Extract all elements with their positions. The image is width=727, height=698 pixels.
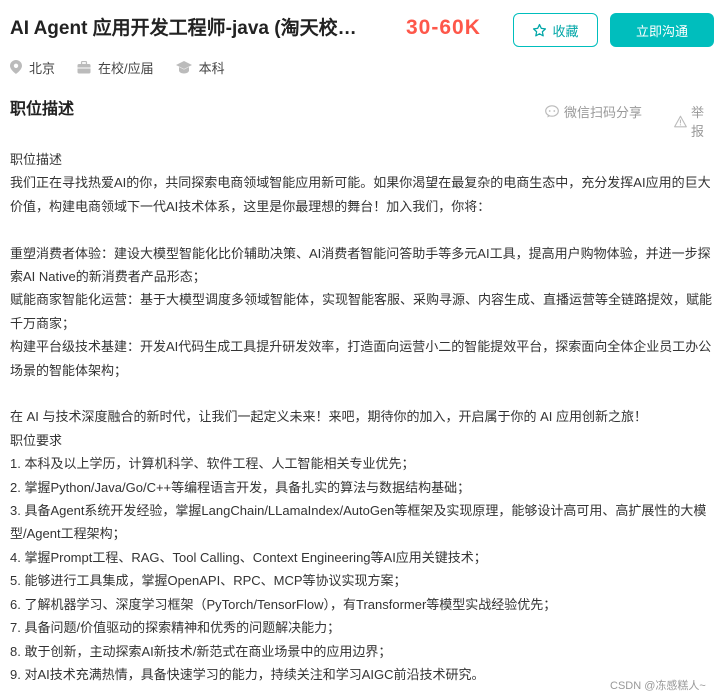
description-line: 重塑消费者体验：建设大模型智能化比价辅助决策、AI消费者智能问答助手等多元AI工… bbox=[10, 245, 711, 285]
job-title: AI Agent 应用开发工程师-java (淘天校… bbox=[10, 18, 357, 39]
share-label: 微信扫码分享 bbox=[564, 105, 643, 120]
description-line: 在 AI 与技术深度融合的新时代，让我们一起定义未来！来吧，期待你的加入，开启属… bbox=[10, 409, 648, 425]
section-title: 职位描述 bbox=[10, 101, 75, 118]
description-line: 8. 敢于创新，主动探索AI新技术/新范式在商业场景中的应用边界； bbox=[10, 643, 392, 659]
favorite-label: 收藏 bbox=[552, 23, 579, 39]
education-text: 本科 bbox=[198, 60, 225, 76]
description-line: 赋能商家智能化运营：基于大模型调度多领域智能体，实现智能客服、采购寻源、内容生成… bbox=[10, 292, 713, 331]
chat-now-button[interactable]: 立即沟通 bbox=[610, 13, 714, 47]
description-line: 职位描述 bbox=[10, 152, 63, 167]
warning-icon bbox=[674, 115, 687, 127]
description-line: 3. 具备Agent系统开发经验，掌握LangChain/LLamaIndex/… bbox=[10, 503, 707, 542]
report-label: 举报 bbox=[690, 105, 704, 139]
description-line: 1. 本科及以上学历，计算机科学、软件工程、人工智能相关专业优先； bbox=[10, 456, 415, 472]
description-line: 构建平台级技术基建：开发AI代码生成工具提升研发效率，打造面向运营小二的智能提效… bbox=[10, 339, 712, 378]
meta-education: 本科 bbox=[175, 58, 225, 77]
description-line: 7. 具备问题/价值驱动的探索精神和优秀的问题解决能力； bbox=[10, 620, 341, 636]
graduation-cap-icon bbox=[175, 60, 192, 73]
description-line: 我们正在寻找热爱AI的你，共同探索电商领域智能应用新可能。如果你渴望在最复杂的电… bbox=[10, 175, 711, 214]
description-line: 职位要求 bbox=[10, 432, 63, 448]
description-line: 2. 掌握Python/Java/Go/C++等编程语言开发，具备扎实的算法与数… bbox=[10, 479, 471, 495]
description-line: 5. 能够进行工具集成，掌握OpenAPI、RPC、MCP等协议实现方案； bbox=[10, 573, 407, 589]
description-line: 4. 掌握Prompt工程、RAG、Tool Calling、Context E… bbox=[10, 549, 487, 565]
watermark: CSDN @冻感糕人~ bbox=[610, 680, 706, 692]
star-icon bbox=[533, 23, 547, 36]
location-pin-icon bbox=[10, 60, 22, 74]
chat-now-label: 立即沟通 bbox=[635, 23, 688, 39]
description-line bbox=[10, 218, 715, 241]
meta-status: 在校/应届 bbox=[77, 58, 154, 77]
description-line bbox=[10, 382, 715, 405]
meta-location: 北京 bbox=[10, 58, 55, 77]
wechat-share-link[interactable]: 微信扫码分享 bbox=[545, 102, 642, 121]
report-link[interactable]: 举报 bbox=[674, 102, 715, 140]
job-meta: 北京 在校/应届 本科 bbox=[10, 58, 247, 76]
favorite-button[interactable]: 收藏 bbox=[513, 13, 598, 47]
salary: 30-60K bbox=[406, 16, 481, 39]
description-line: 6. 了解机器学习、深度学习框架（PyTorch/TensorFlow），有Tr… bbox=[10, 596, 557, 612]
section-header: 职位描述 微信扫码分享 举报 bbox=[10, 99, 715, 139]
location-text: 北京 bbox=[29, 60, 56, 76]
wechat-icon bbox=[545, 105, 559, 118]
job-description: 职位描述我们正在寻找热爱AI的你，共同探索电商领域智能应用新可能。如果你渴望在最… bbox=[10, 148, 715, 686]
briefcase-icon bbox=[77, 60, 91, 73]
status-text: 在校/应届 bbox=[98, 60, 154, 76]
